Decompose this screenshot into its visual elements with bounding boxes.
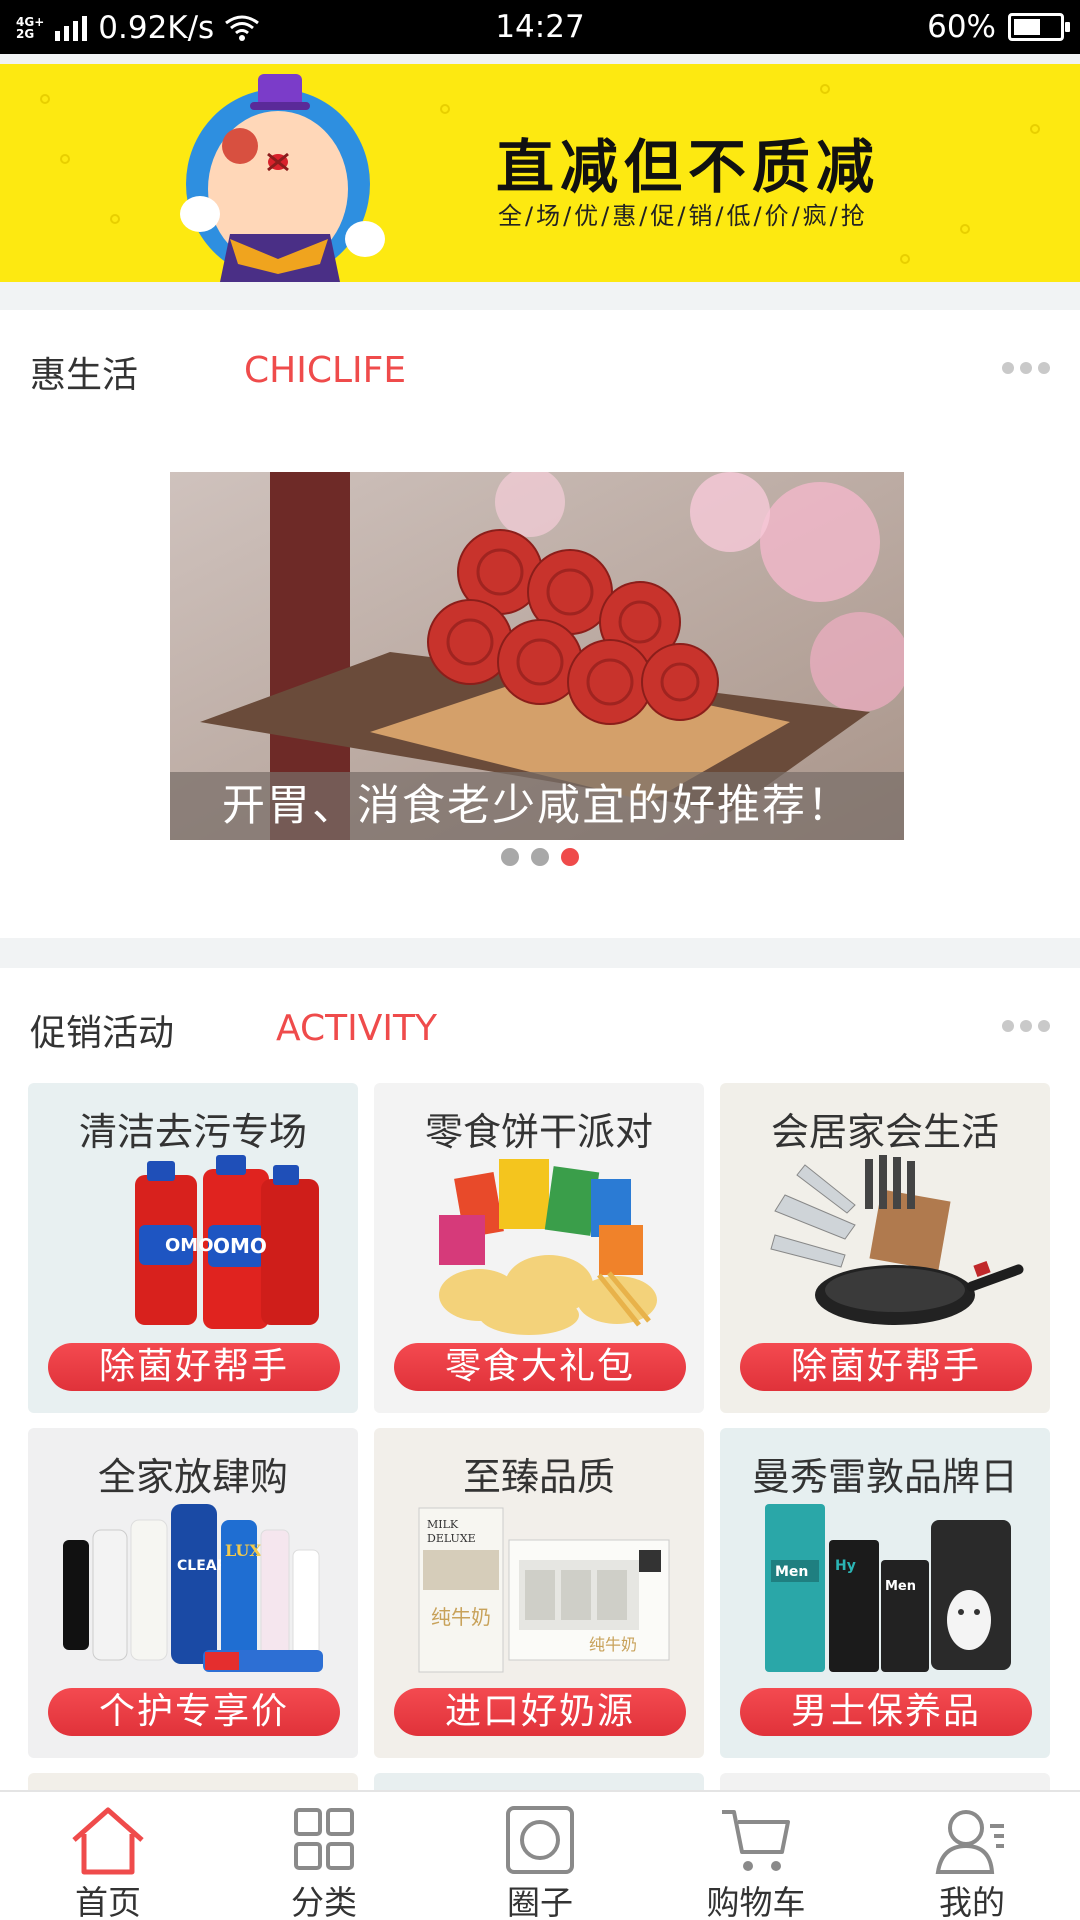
svg-text:OMO: OMO [213, 1234, 267, 1258]
nav-home[interactable]: 首页 [28, 1792, 188, 1920]
tile-tag: 进口好奶源 [394, 1688, 686, 1736]
svg-text:Men: Men [885, 1579, 916, 1594]
activity-tile-family[interactable]: 全家放肆购 CLEAR LUX 个护专享价 [28, 1428, 358, 1758]
carousel-caption: 开胃、消食老少咸宜的好推荐！ [170, 772, 904, 840]
personal-care-bottles-image: CLEAR LUX [63, 1504, 323, 1672]
nav-circle[interactable]: 圈子 [460, 1792, 620, 1920]
cart-icon [722, 1810, 790, 1871]
detergent-bottles-image: OMO OMO [135, 1155, 319, 1329]
clown-mascot-illustration [180, 74, 385, 282]
pager-dot[interactable] [531, 848, 549, 866]
activity-tile-cleaning[interactable]: 清洁去污专场 OMO OMO 除菌好帮手 [28, 1083, 358, 1413]
nav-label: 首页 [75, 1883, 141, 1920]
tile-tag: 除菌好帮手 [740, 1343, 1032, 1391]
nav-profile[interactable]: 我的 [892, 1792, 1052, 1920]
app-screen: 4G+ 2G 0.92K/s 14:27 60% 直减但不质减 全/场/优/惠/… [0, 0, 1080, 1920]
battery-indicator: 60% [927, 9, 1070, 45]
pager-dot[interactable] [501, 848, 519, 866]
tile-title: 清洁去污专场 [78, 1110, 307, 1154]
tile-title: 至臻品质 [462, 1455, 615, 1499]
men-skincare-set-image: Men Hy Men [765, 1504, 1011, 1672]
svg-text:纯牛奶: 纯牛奶 [431, 1605, 491, 1629]
more-icon[interactable] [1002, 1020, 1050, 1032]
nav-cart[interactable]: 购物车 [676, 1792, 836, 1920]
svg-text:CLEAR: CLEAR [177, 1558, 228, 1574]
activity-title: 促销活动 [30, 1013, 175, 1054]
circle-icon [506, 1806, 574, 1874]
carousel-pager [0, 848, 1080, 866]
activity-header: 促销活动 ACTIVITY [0, 968, 1080, 1078]
svg-text:LUX: LUX [225, 1541, 262, 1560]
knife-set-and-pan-image [770, 1155, 1024, 1325]
chiclife-section: 惠生活 CHICLIFE 开胃、消食老少咸宜的好推荐！ [0, 310, 1080, 938]
grid-icon [294, 1808, 354, 1870]
nav-label: 我的 [939, 1883, 1005, 1920]
user-icon [935, 1810, 1004, 1874]
tile-title: 曼秀雷敦品牌日 [751, 1455, 1018, 1499]
activity-tile-brand-day[interactable]: 曼秀雷敦品牌日 Men Hy Men 男士保养品 [720, 1428, 1050, 1758]
activity-title-en: ACTIVITY [276, 1008, 437, 1049]
clock: 14:27 [495, 9, 585, 45]
svg-text:DELUXE: DELUXE [427, 1532, 476, 1545]
tile-tag: 零食大礼包 [394, 1343, 686, 1391]
promo-banner[interactable]: 直减但不质减 全/场/优/惠/促/销/低/价/疯/抢 [0, 64, 1080, 282]
activity-tile-home[interactable]: 会居家会生活 除菌好帮手 [720, 1083, 1050, 1413]
svg-text:MILK: MILK [427, 1518, 459, 1531]
activity-section: 促销活动 ACTIVITY 清洁去污专场 OMO OMO 除菌好帮手 零食饼干派… [0, 968, 1080, 1813]
life-carousel[interactable]: 开胃、消食老少咸宜的好推荐！ [170, 472, 904, 840]
nav-category[interactable]: 分类 [244, 1792, 404, 1920]
tile-tag: 除菌好帮手 [48, 1343, 340, 1391]
more-icon[interactable] [1002, 362, 1050, 374]
status-bar: 4G+ 2G 0.92K/s 14:27 60% [0, 0, 1080, 54]
activity-tile-quality[interactable]: 至臻品质 MILK DELUXE 纯牛奶 纯牛奶 进口好奶源 [374, 1428, 704, 1758]
battery-icon [1008, 13, 1070, 41]
milk-cartons-image: MILK DELUXE 纯牛奶 纯牛奶 [418, 1507, 670, 1673]
svg-text:OMO: OMO [165, 1235, 214, 1256]
svg-text:Men: Men [775, 1564, 808, 1580]
nav-label: 购物车 [706, 1883, 806, 1920]
chiclife-header: 惠生活 CHICLIFE [0, 310, 1080, 420]
pager-dot-active[interactable] [561, 848, 579, 866]
tile-tag: 男士保养品 [740, 1688, 1032, 1736]
svg-text:Hy: Hy [835, 1558, 856, 1574]
home-icon [72, 1807, 144, 1875]
chiclife-title: 惠生活 [30, 355, 139, 396]
banner-title: 直减但不质减 [496, 133, 881, 201]
activity-tile-snacks[interactable]: 零食饼干派对 零食大礼包 [374, 1083, 704, 1413]
tile-tag: 个护专享价 [48, 1688, 340, 1736]
snack-pile-image [439, 1159, 657, 1335]
banner-subtitle: 全/场/优/惠/促/销/低/价/疯/抢 [498, 202, 868, 230]
chiclife-title-en: CHICLIFE [244, 350, 407, 391]
tile-title: 零食饼干派对 [424, 1110, 653, 1154]
tile-title: 会居家会生活 [770, 1110, 999, 1154]
nav-label: 分类 [291, 1883, 357, 1920]
nav-label: 圈子 [507, 1883, 573, 1920]
tile-title: 全家放肆购 [97, 1455, 288, 1499]
battery-percent: 60% [927, 9, 996, 45]
svg-text:纯牛奶: 纯牛奶 [589, 1635, 637, 1654]
bottom-nav: 首页 分类 圈子 购物车 我的 [0, 1790, 1080, 1920]
